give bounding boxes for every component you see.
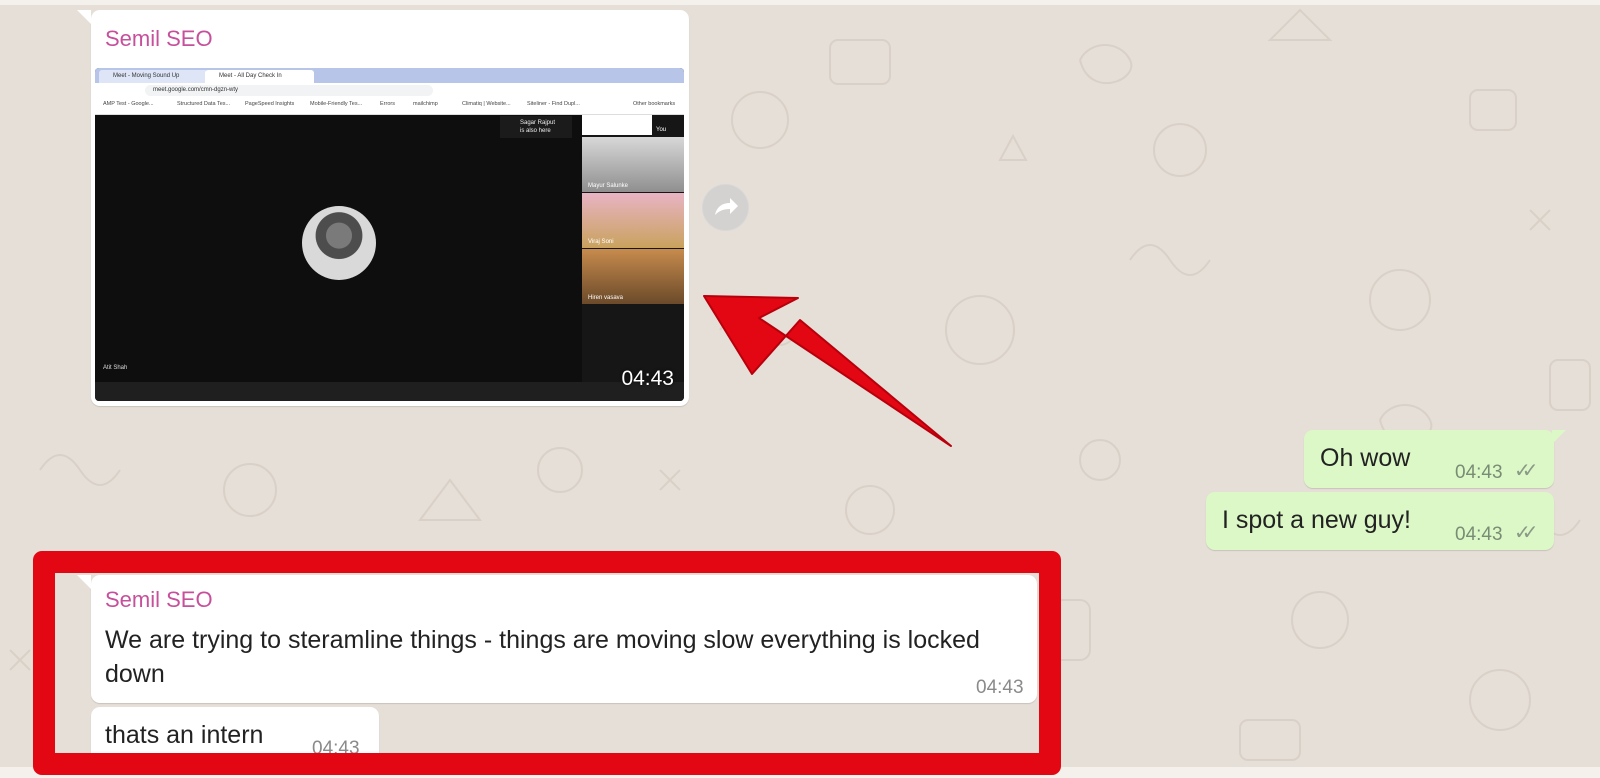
bookmark: Climatiq | Website... [462,101,511,107]
message-text: Oh wow [1320,444,1411,472]
message-time: 04:43 [312,738,360,759]
double-check-icon: ✓✓ [1514,522,1538,544]
bookmark: Other bookmarks [633,101,676,107]
participant-tile: Mayur Salunke [582,137,684,192]
meet-main-view: Atit Shah [95,115,582,382]
message-text: I spot a new guy! [1222,506,1412,534]
forward-button[interactable] [702,184,749,231]
sender-name[interactable]: Semil SEO [105,587,213,613]
message-text: thats an intern [105,721,264,749]
browser-tab: Meet - Moving Sound Up [99,70,208,83]
participant-tile: Viraj Soni [582,193,684,248]
main-participant-name: Atit Shah [103,365,128,371]
forward-arrow-icon [715,198,738,215]
bookmarks-bar: AMP Test - Google... Structured Data Tes… [95,98,684,115]
message-text: down [105,660,165,688]
double-check-icon: ✓✓ [1514,460,1538,482]
bubble-tail [77,575,91,589]
panel-icon-bar [582,115,652,135]
notice-text: is also here [520,128,551,134]
bookmark: Mobile-Friendly Tes... [310,101,363,107]
bookmark: AMP Test - Google... [103,101,154,107]
bottom-edge [0,767,1600,778]
message-time: 04:43 [976,677,1024,698]
top-edge [0,0,1600,5]
bookmark: Structured Data Tes... [177,101,231,107]
windows-taskbar [95,382,684,401]
message-text: We are trying to steramline things - thi… [105,626,980,654]
join-notice: Sagar Rajput is also here [500,116,572,138]
message-time: 04:43 [1455,524,1503,545]
sender-name[interactable]: Semil SEO [105,26,213,52]
browser-tab-strip: Meet - Moving Sound Up Meet - All Day Ch… [95,68,684,83]
outgoing-message-bubble[interactable]: Oh wow 04:43 ✓✓ [1304,430,1554,488]
browser-address-bar: meet.google.com/cmn-dgzn-wty [95,83,684,98]
self-label: You [656,127,667,133]
notice-name: Sagar Rajput [520,120,556,126]
outgoing-message-bubble[interactable]: I spot a new guy! 04:43 ✓✓ [1206,492,1554,550]
message-time: 04:43 [1455,462,1503,483]
participant-tile: Hiren vasava [582,249,684,304]
video-duration: 04:43 [621,367,674,390]
bookmark: PageSpeed Insights [245,101,295,107]
bubble-tail [1552,430,1566,444]
bubble-tail [77,10,91,24]
video-thumbnail[interactable]: Meet - Moving Sound Up Meet - All Day Ch… [95,68,684,401]
participant-avatar [302,206,376,280]
bookmark: mailchimp [413,101,438,107]
bookmark: Errors [380,101,395,107]
url-field: meet.google.com/cmn-dgzn-wty [145,85,433,96]
bookmark: Siteliner - Find Dupl... [527,101,580,107]
browser-tab-active: Meet - All Day Check In [205,70,314,83]
participants-panel: You Mayur Salunke Viraj Soni Hiren vasav… [582,115,684,382]
